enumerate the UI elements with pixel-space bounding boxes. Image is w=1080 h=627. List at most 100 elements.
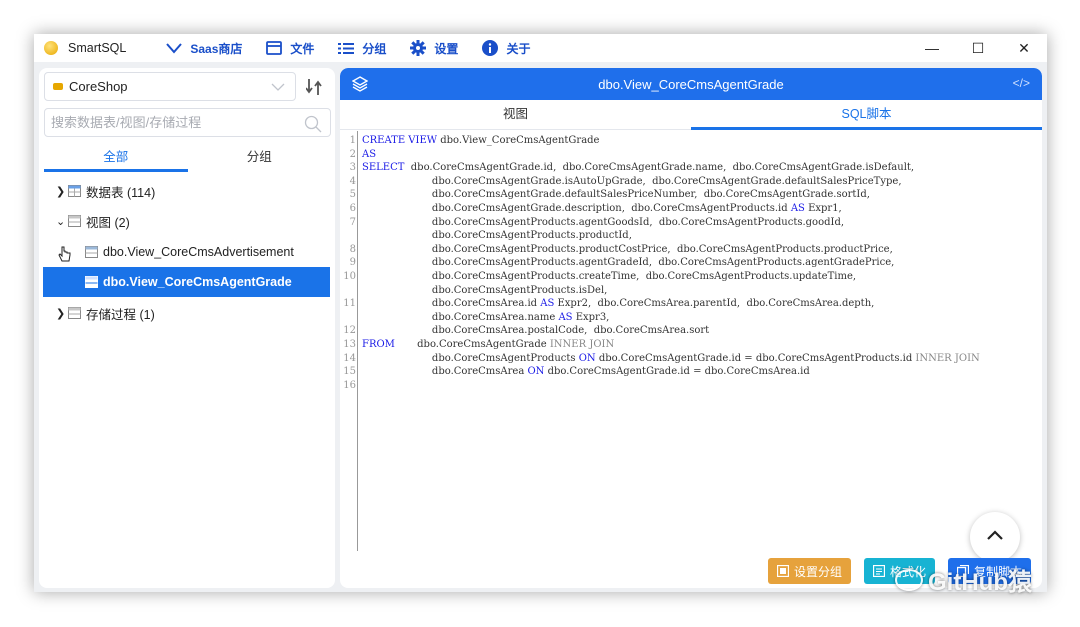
sql-keyword: INNER JOIN <box>549 339 615 350</box>
title-bar: SmartSQL Saas商店 文件 分组 设置 关于 — ☐ ✕ <box>34 34 1047 62</box>
code-line: 16 <box>340 379 362 393</box>
code-icon[interactable]: </> <box>1013 76 1030 90</box>
line-number: 14 <box>343 352 356 364</box>
menu-label: 关于 <box>506 41 531 56</box>
menu-group[interactable]: 分组 <box>338 40 386 57</box>
code-text: Expr1, <box>804 203 842 214</box>
line-number: 2 <box>349 148 356 160</box>
search-field[interactable] <box>44 108 331 137</box>
tab-sql-script[interactable]: SQL脚本 <box>691 100 1042 130</box>
line-number: 10 <box>343 271 356 282</box>
sql-keyword: ON <box>527 366 545 378</box>
code-line: 5 dbo.CoreCmsAgentGrade.defaultSalesPric… <box>340 188 870 202</box>
sql-keyword: CREATE VIEW <box>362 135 438 146</box>
menu-label: 分组 <box>362 41 387 56</box>
line-number: 8 <box>349 243 356 255</box>
code-text: dbo.CoreCmsAgentProducts.productId, <box>362 230 632 242</box>
left-panel: CoreShop 全部 分组 ❯ 数据表 (114) <box>39 68 335 588</box>
view-icon <box>85 276 98 288</box>
procedure-icon <box>68 307 81 319</box>
line-number: 11 <box>343 298 356 310</box>
table-icon <box>68 215 81 227</box>
code-text: dbo.CoreCmsArea.postalCode, dbo.CoreCmsA… <box>362 325 710 337</box>
code-line: dbo.CoreCmsAgentProducts.isDel, <box>340 284 607 298</box>
tree-node-label: 数据表 (114) <box>86 185 156 200</box>
group-icon <box>777 565 789 577</box>
view-header: dbo.View_CoreCmsAgentGrade </> <box>340 68 1042 100</box>
sql-keyword: ON <box>578 352 596 364</box>
code-line: 15 dbo.CoreCmsArea ON dbo.CoreCmsAgentGr… <box>340 365 810 379</box>
search-icon[interactable] <box>304 115 322 136</box>
chevron-right-icon[interactable]: ❯ <box>56 307 66 320</box>
line-number: 1 <box>349 135 356 146</box>
close-button[interactable]: ✕ <box>1001 34 1047 62</box>
menu-about[interactable]: 关于 <box>482 40 530 57</box>
menu-file[interactable]: 文件 <box>266 40 314 57</box>
code-line: 1 CREATE VIEW dbo.View_CoreCmsAgentGrade <box>340 134 600 148</box>
code-text: dbo.CoreCmsAgentProducts.createTime, dbo… <box>362 271 857 282</box>
code-text: dbo.CoreCmsArea.id <box>362 298 541 310</box>
tree-node-procedures[interactable]: ❯ 存储过程 (1) <box>56 298 316 328</box>
sql-keyword: AS <box>540 298 555 310</box>
code-text: dbo.CoreCmsAgentProducts <box>362 352 579 364</box>
line-number: 3 <box>349 162 356 174</box>
menu-label: Saas商店 <box>190 41 243 56</box>
code-line: 8 dbo.CoreCmsAgentProducts.productCostPr… <box>340 243 893 257</box>
chevron-down-icon[interactable]: ⌄ <box>56 215 66 228</box>
chevron-right-icon[interactable]: ❯ <box>56 185 66 198</box>
menu-settings[interactable]: 设置 <box>410 40 458 57</box>
minimize-button[interactable]: — <box>909 34 955 62</box>
window-controls: — ☐ ✕ <box>909 34 1047 62</box>
database-icon <box>53 83 63 90</box>
app-window: SmartSQL Saas商店 文件 分组 设置 关于 — ☐ ✕ CoreSh… <box>34 34 1047 592</box>
set-group-button[interactable]: 设置分组 <box>768 558 852 584</box>
line-number: 16 <box>343 379 356 391</box>
code-line: 4 dbo.CoreCmsAgentGrade.isAutoUpGrade, d… <box>340 175 902 189</box>
search-input[interactable] <box>51 115 301 130</box>
maximize-button[interactable]: ☐ <box>955 34 1001 62</box>
database-select[interactable]: CoreShop <box>44 72 296 101</box>
line-number: 5 <box>349 189 356 201</box>
line-number: 13 <box>343 339 356 350</box>
format-icon <box>873 565 886 577</box>
view-tabs: 视图 SQL脚本 <box>340 100 1042 130</box>
database-name: CoreShop <box>69 79 128 94</box>
tree-node-view-advertisement[interactable]: dbo.View_CoreCmsAdvertisement <box>85 237 335 267</box>
line-number: 15 <box>343 366 356 378</box>
tab-all[interactable]: 全部 <box>44 146 188 172</box>
sql-editor[interactable]: 1 CREATE VIEW dbo.View_CoreCmsAgentGrade 2… <box>340 131 1042 551</box>
code-line: 2 AS <box>340 148 376 162</box>
sql-keyword: AS <box>558 311 573 323</box>
tree-node-views[interactable]: ⌄ 视图 (2) <box>56 206 316 236</box>
tab-view[interactable]: 视图 <box>340 100 691 129</box>
code-line: 10 dbo.CoreCmsAgentProducts.createTime, … <box>340 270 856 284</box>
code-line: 14 dbo.CoreCmsAgentProducts ON dbo.CoreC… <box>340 352 980 366</box>
code-line: 9 dbo.CoreCmsAgentProducts.agentGradeId,… <box>340 256 895 270</box>
code-line: dbo.CoreCmsAgentProducts.productId, <box>340 229 632 243</box>
tree-node-label: dbo.View_CoreCmsAdvertisement <box>103 245 294 259</box>
watermark: GitHub猿 <box>895 562 1032 597</box>
tree-node-tables[interactable]: ❯ 数据表 (114) <box>56 176 316 206</box>
right-panel: dbo.View_CoreCmsAgentGrade </> 视图 SQL脚本 … <box>340 68 1042 588</box>
code-text: dbo.CoreCmsAgentGrade.id, dbo.CoreCmsAge… <box>404 162 915 174</box>
app-name: SmartSQL <box>68 41 127 55</box>
code-text: dbo.CoreCmsAgentProducts.agentGradeId, d… <box>362 257 895 269</box>
code-text: Expr3, <box>572 311 610 323</box>
code-text: dbo.CoreCmsArea <box>362 366 528 378</box>
view-title: dbo.View_CoreCmsAgentGrade <box>598 76 784 92</box>
code-text: dbo.CoreCmsAgentGrade.id = dbo.CoreCmsAr… <box>544 366 810 378</box>
gear-icon <box>410 40 427 56</box>
app-logo-icon <box>44 41 58 55</box>
menu-label: 文件 <box>290 41 315 56</box>
chevron-down-icon <box>166 42 183 54</box>
menu-saas-store[interactable]: Saas商店 <box>166 40 242 57</box>
sql-keyword: INNER JOIN <box>915 352 980 364</box>
code-text: dbo.CoreCmsAgentProducts.isDel, <box>362 284 608 296</box>
info-icon <box>482 40 499 56</box>
button-label: 设置分组 <box>794 564 843 579</box>
swap-icon[interactable] <box>305 78 322 101</box>
tree-node-view-agentgrade[interactable]: dbo.View_CoreCmsAgentGrade <box>43 267 330 297</box>
code-text: dbo.View_CoreCmsAgentGrade <box>437 135 600 146</box>
scroll-to-top-button[interactable] <box>970 512 1020 562</box>
tab-group[interactable]: 分组 <box>188 146 332 168</box>
